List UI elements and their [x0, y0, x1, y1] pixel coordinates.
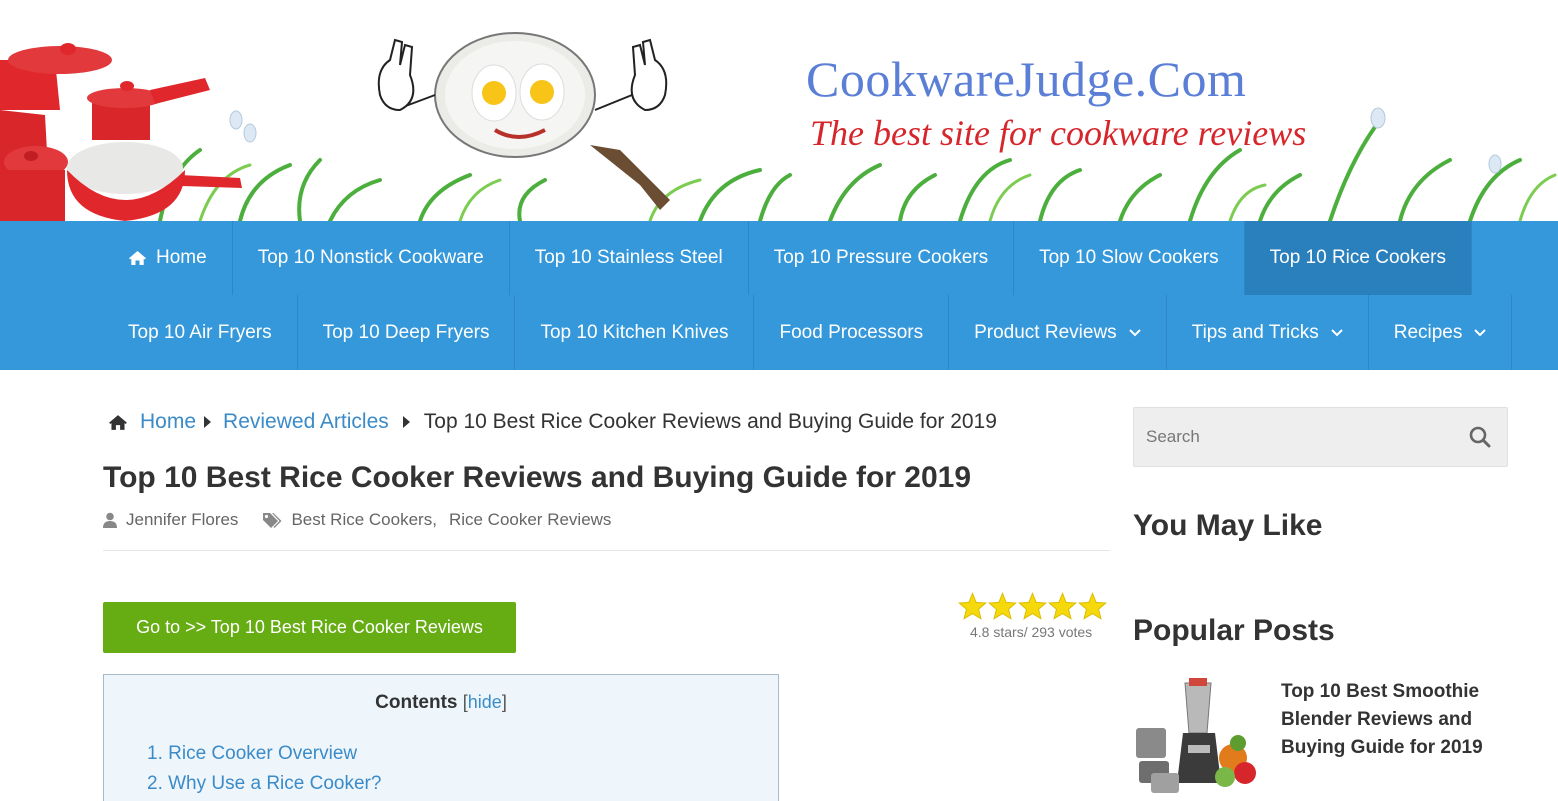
table-of-contents: Contents [hide] 1. Rice Cooker Overview …	[103, 674, 779, 801]
nav-item-pressure-cookers[interactable]: Top 10 Pressure Cookers	[749, 221, 1015, 295]
blender-thumbnail[interactable]	[1133, 673, 1258, 801]
page-content: Home Reviewed Articles Top 10 Best Rice …	[0, 370, 1558, 801]
nav-item-rice-cookers[interactable]: Top 10 Rice Cookers	[1244, 221, 1473, 295]
nav-label: Food Processors	[779, 321, 924, 343]
chevron-down-icon	[1128, 328, 1141, 337]
search-input[interactable]	[1146, 408, 1446, 466]
toc-bracket: ]	[501, 692, 507, 712]
popular-post-item[interactable]: Top 10 Best Smoothie Blender Reviews and…	[1133, 673, 1508, 801]
nav-item-slow-cookers[interactable]: Top 10 Slow Cookers	[1014, 221, 1245, 295]
chevron-down-icon	[1331, 328, 1343, 337]
toc-header: Contents [hide]	[104, 692, 778, 714]
nav-label: Top 10 Deep Fryers	[322, 321, 490, 343]
nav-item-home[interactable]: Home	[103, 221, 233, 295]
home-icon	[128, 250, 147, 266]
star-rating[interactable]: 4.8 stars/ 293 votes	[958, 592, 1110, 640]
nav-label: Top 10 Nonstick Cookware	[257, 247, 484, 268]
star-icon[interactable]	[1048, 592, 1077, 620]
nav-item-food-processors[interactable]: Food Processors	[754, 295, 950, 370]
user-icon	[103, 512, 117, 528]
nav-label: Top 10 Rice Cookers	[1269, 247, 1447, 268]
breadcrumb-section-link[interactable]: Reviewed Articles	[223, 410, 389, 434]
caret-right-icon	[402, 416, 410, 428]
nav-item-recipes[interactable]: Recipes	[1369, 295, 1513, 370]
tags-icon	[262, 512, 282, 528]
nav-label: Top 10 Air Fryers	[128, 321, 272, 343]
nav-label: Home	[156, 247, 207, 268]
nav-item-nonstick-cookware[interactable]: Top 10 Nonstick Cookware	[233, 221, 510, 295]
nav-label: Tips and Tricks	[1191, 321, 1319, 343]
nav-label: Top 10 Kitchen Knives	[540, 321, 729, 343]
nav-label: Top 10 Pressure Cookers	[773, 247, 989, 268]
nav-label: Recipes	[1393, 321, 1463, 343]
toc-item[interactable]: 1. Rice Cooker Overview	[147, 739, 381, 769]
post-tag-link[interactable]: Best Rice Cookers,	[291, 510, 437, 530]
nav-item-product-reviews[interactable]: Product Reviews	[949, 295, 1167, 370]
site-title[interactable]: CookwareJudge.Com	[806, 50, 1246, 108]
site-tagline: The best site for cookware reviews	[810, 113, 1307, 153]
nav-row-secondary: Top 10 Air Fryers Top 10 Deep Fryers Top…	[0, 295, 1558, 370]
post-meta: Jennifer Flores Best Rice Cookers, Rice …	[103, 510, 611, 530]
nav-item-tips-and-tricks[interactable]: Tips and Tricks	[1167, 295, 1369, 370]
nav-item-air-fryers[interactable]: Top 10 Air Fryers	[103, 295, 298, 370]
search-widget	[1133, 407, 1508, 467]
star-icon[interactable]	[1078, 592, 1107, 620]
breadcrumb-home-link[interactable]: Home	[140, 410, 196, 434]
toc-hide-link[interactable]: hide	[468, 692, 502, 712]
toc-list: 1. Rice Cooker Overview 2. Why Use a Ric…	[147, 739, 381, 799]
nav-row-primary: Home Top 10 Nonstick Cookware Top 10 Sta…	[0, 221, 1558, 295]
star-icon[interactable]	[988, 592, 1017, 620]
nav-label: Product Reviews	[974, 321, 1117, 343]
post-tag-link[interactable]: Rice Cooker Reviews	[449, 510, 612, 530]
nav-item-kitchen-knives[interactable]: Top 10 Kitchen Knives	[515, 295, 755, 370]
you-may-like-heading: You May Like	[1133, 509, 1323, 542]
toc-title: Contents	[375, 692, 458, 713]
chevron-down-icon	[1474, 328, 1487, 337]
goto-reviews-button[interactable]: Go to >> Top 10 Best Rice Cooker Reviews	[103, 602, 516, 653]
caret-right-icon	[204, 416, 212, 428]
site-header-banner[interactable]: CookwareJudge.Com The best site for cook…	[0, 0, 1558, 221]
main-navigation: Home Top 10 Nonstick Cookware Top 10 Sta…	[0, 221, 1558, 370]
star-icon[interactable]	[1018, 592, 1047, 620]
toc-item[interactable]: 2. Why Use a Rice Cooker?	[147, 769, 381, 799]
nav-label: Top 10 Stainless Steel	[534, 247, 723, 268]
search-icon[interactable]	[1469, 426, 1491, 448]
nav-item-deep-fryers[interactable]: Top 10 Deep Fryers	[298, 295, 516, 370]
divider	[103, 550, 1110, 551]
popular-posts-heading: Popular Posts	[1133, 614, 1335, 647]
breadcrumb-current: Top 10 Best Rice Cooker Reviews and Buyi…	[423, 410, 997, 433]
nav-label: Top 10 Slow Cookers	[1039, 247, 1219, 268]
star-icon[interactable]	[958, 592, 987, 620]
home-icon	[108, 414, 128, 431]
popular-post-title[interactable]: Top 10 Best Smoothie Blender Reviews and…	[1281, 678, 1506, 762]
post-author[interactable]: Jennifer Flores	[126, 510, 238, 530]
stars-row	[958, 592, 1110, 620]
banner-illustration	[0, 32, 1557, 221]
breadcrumb: Home Reviewed Articles Top 10 Best Rice …	[108, 410, 997, 434]
page-title: Top 10 Best Rice Cooker Reviews and Buyi…	[103, 461, 972, 494]
nav-item-stainless-steel[interactable]: Top 10 Stainless Steel	[510, 221, 749, 295]
rating-summary: 4.8 stars/ 293 votes	[970, 624, 1093, 640]
